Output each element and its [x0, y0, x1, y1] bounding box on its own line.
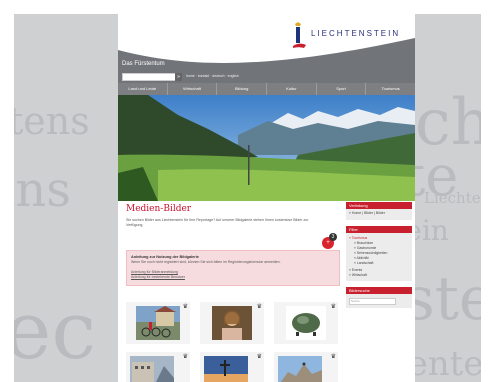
- favorite-icon[interactable]: ♛: [257, 353, 262, 360]
- bg-word-7: ec: [14, 284, 97, 377]
- gallery-item-cyclists[interactable]: ♛: [126, 302, 190, 344]
- language-links[interactable]: home · kontakt · deutsch · english: [186, 74, 239, 78]
- bg-word-3: ins: [14, 162, 71, 218]
- nav-item-sport[interactable]: Sport: [317, 83, 367, 95]
- site-title[interactable]: Das Fürstentum: [122, 61, 165, 67]
- gallery-item-sculpture[interactable]: ♛: [274, 302, 338, 344]
- favorite-icon[interactable]: ♛: [331, 303, 336, 310]
- count-badge: 3: [329, 233, 337, 241]
- breadcrumb[interactable]: » Home | Bilder | Bilder: [346, 209, 412, 220]
- liechtenstein-logo-icon[interactable]: [289, 22, 307, 50]
- header-search-input[interactable]: [122, 73, 176, 81]
- hero-landscape-image: [118, 95, 415, 201]
- main-content: Medien-Bilder Sie suchen Bilder aus Liec…: [122, 202, 340, 382]
- favorite-icon[interactable]: ♛: [257, 303, 262, 310]
- notice-text: Wenn Sie noch nicht registriert sind, kö…: [131, 260, 281, 264]
- gallery-item-mountain-cross[interactable]: ♛: [200, 352, 264, 382]
- notice-title: Anleitung zur Nutzung der Bildgalerie: [131, 255, 199, 259]
- favorite-icon[interactable]: ♛: [183, 353, 188, 360]
- favorite-icon[interactable]: ♛: [331, 353, 336, 360]
- notice-link-anmeldung[interactable]: Anleitung für Bilderanmeldung: [131, 270, 178, 274]
- image-search-box: Suche: [346, 294, 412, 308]
- image-search-input[interactable]: Suche: [349, 298, 396, 305]
- breadcrumb-heading: Verlinkung: [346, 202, 412, 209]
- cyclists-photo[interactable]: [136, 306, 180, 340]
- bg-word-1: tens: [14, 99, 90, 143]
- notice-link-benutzer[interactable]: Anleitung für bestehende Benutzer: [131, 275, 185, 279]
- favorite-icon[interactable]: ♛: [183, 303, 188, 310]
- mountain-cross-photo[interactable]: [204, 356, 248, 382]
- woman-portrait-photo[interactable]: [212, 306, 252, 340]
- building-photo[interactable]: [130, 356, 174, 382]
- nav-item-wirtschaft[interactable]: Wirtschaft: [168, 83, 218, 95]
- gallery-item-building[interactable]: ♛: [126, 352, 190, 382]
- image-gallery: ♛ ♛ ♛ ♛ ♛ ♛: [126, 302, 338, 382]
- header-search-button[interactable]: »: [175, 73, 182, 81]
- filter-heading: Filter: [346, 226, 412, 233]
- sidebar: Verlinkung » Home | Bilder | Bilder Filt…: [346, 202, 412, 382]
- intro-text: Sie suchen Bilder aus Liechtenstein für …: [126, 218, 309, 227]
- nav-item-land-und-leute[interactable]: Land und Leute: [118, 83, 168, 95]
- website-page: LIECHTENSTEIN Das Fürstentum » home · ko…: [118, 14, 415, 382]
- brand-name[interactable]: LIECHTENSTEIN: [311, 29, 400, 38]
- filter-list: » Tourismus » Brauchtum » Gastronomie » …: [346, 233, 412, 281]
- nav-item-bildung[interactable]: Bildung: [217, 83, 268, 95]
- filter-item-wirtschaft[interactable]: » Wirtschaft: [349, 273, 409, 278]
- stone-sculpture-photo[interactable]: [286, 306, 326, 340]
- page-frame: tens Liechtenstein ins Liechten ste tein…: [14, 14, 481, 382]
- nav-item-tourismus[interactable]: Tourismus: [366, 83, 415, 95]
- bg-word-8: ste: [404, 264, 481, 334]
- page-title: Medien-Bilder: [126, 204, 192, 214]
- mountain-ridge-photo[interactable]: [278, 356, 322, 382]
- gallery-item-mountain-ridge[interactable]: ♛: [274, 352, 338, 382]
- filter-item-landschaft[interactable]: » Landschaft: [349, 261, 409, 266]
- gallery-item-portrait[interactable]: ♛: [200, 302, 264, 344]
- image-search-heading: Bildersuche: [346, 287, 412, 294]
- notice-box: Anleitung zur Nutzung der Bildgalerie We…: [126, 250, 340, 286]
- main-nav: Land und Leute Wirtschaft Bildung Kultur…: [118, 83, 415, 95]
- nav-item-kultur[interactable]: Kultur: [267, 83, 317, 95]
